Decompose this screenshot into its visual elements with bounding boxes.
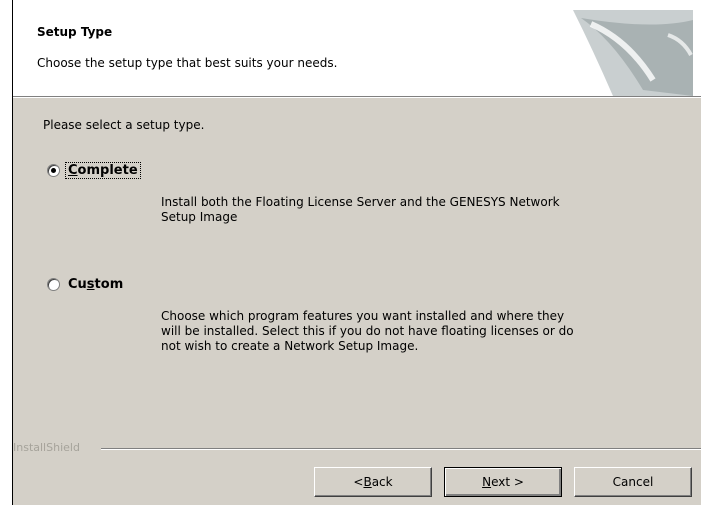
radio-selected-dot bbox=[51, 168, 56, 173]
custom-description: Choose which program features you want i… bbox=[161, 309, 574, 353]
cancel-button[interactable]: Cancel bbox=[574, 467, 692, 497]
custom-radio[interactable] bbox=[47, 278, 60, 291]
dialog-header: Setup Type Choose the setup type that be… bbox=[13, 0, 701, 97]
complete-label[interactable]: Complete bbox=[65, 162, 141, 179]
installshield-brand: InstallShield bbox=[13, 441, 80, 454]
select-prompt: Please select a setup type. bbox=[43, 118, 205, 132]
custom-label[interactable]: Custom bbox=[66, 277, 125, 292]
next-button[interactable]: Next > bbox=[444, 467, 562, 497]
page-subtitle: Choose the setup type that best suits yo… bbox=[37, 56, 338, 70]
option-custom[interactable]: Custom bbox=[47, 277, 125, 292]
complete-radio[interactable] bbox=[47, 164, 60, 177]
header-divider bbox=[13, 97, 701, 98]
installer-banner-icon bbox=[573, 10, 693, 96]
footer-divider bbox=[101, 448, 701, 450]
option-complete[interactable]: Complete bbox=[47, 162, 141, 179]
complete-description: Install both the Floating License Server… bbox=[161, 195, 560, 224]
back-button[interactable]: < Back bbox=[314, 467, 432, 497]
page-title: Setup Type bbox=[37, 25, 113, 39]
setup-dialog: Setup Type Choose the setup type that be… bbox=[12, 0, 701, 505]
